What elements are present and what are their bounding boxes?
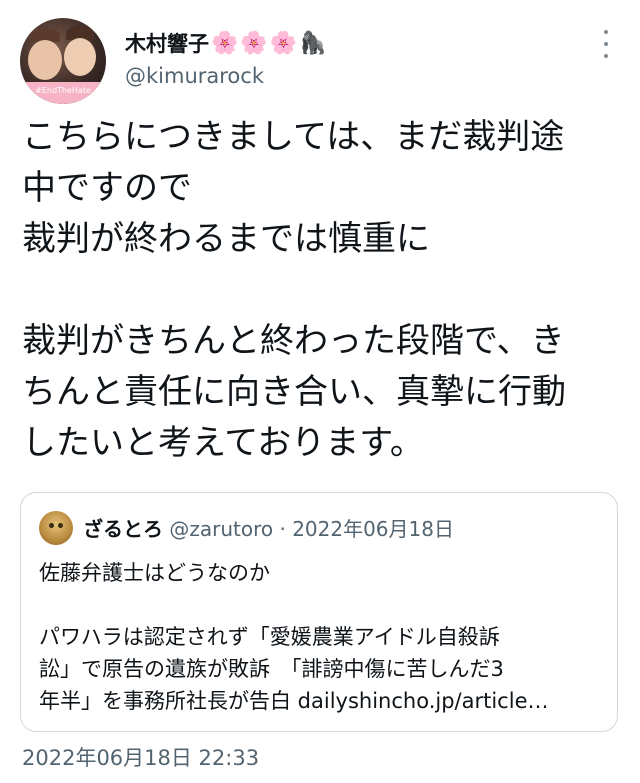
- cherry-blossom-icon: 🌸: [211, 30, 239, 56]
- quoted-author-handle: @zarutoro: [169, 517, 274, 541]
- gorilla-icon: 🦍: [299, 30, 327, 56]
- quoted-date: 2022年06月18日: [292, 517, 454, 541]
- avatar-eye: [49, 523, 54, 528]
- tweet-text: こちらにつきましては、まだ裁判途 中ですので 裁判が終わるまでは慎重に 裁判がき…: [22, 117, 566, 463]
- avatar-eye: [58, 523, 63, 528]
- author-name-row[interactable]: 木村響子 🌸 🌸 🌸 🦍: [125, 28, 327, 58]
- more-dot: [604, 30, 608, 34]
- quoted-tweet[interactable]: ざるとろ @zarutoro · 2022年06月18日 佐藤弁護士はどうなのか…: [20, 492, 618, 732]
- more-options-icon[interactable]: [596, 30, 616, 58]
- quoted-header: ざるとろ @zarutoro · 2022年06月18日: [83, 513, 454, 542]
- quoted-author-name: ざるとろ: [83, 517, 163, 541]
- quoted-text: 佐藤弁護士はどうなのか パワハラは認定されず「愛媛農業アイドル自殺訴 訟」で原告…: [39, 561, 549, 713]
- avatar-face-left: [28, 40, 62, 80]
- quoted-author-avatar: [39, 511, 73, 545]
- more-dot: [604, 42, 608, 46]
- tweet-timestamp[interactable]: 2022年06月18日 22:33: [22, 742, 259, 772]
- avatar-face-right: [64, 38, 96, 76]
- tweet: #EndTheHate 木村響子 🌸 🌸 🌸 🦍 @kimurarock こちら…: [0, 0, 640, 783]
- author-handle[interactable]: @kimurarock: [125, 64, 264, 88]
- avatar-banner: #EndTheHate: [20, 82, 106, 104]
- more-dot: [604, 54, 608, 58]
- cherry-blossom-icon: 🌸: [240, 30, 268, 56]
- author-avatar[interactable]: #EndTheHate: [20, 18, 106, 104]
- quoted-separator: ·: [279, 517, 286, 541]
- author-name[interactable]: 木村響子: [125, 28, 209, 58]
- cherry-blossom-icon: 🌸: [269, 30, 298, 56]
